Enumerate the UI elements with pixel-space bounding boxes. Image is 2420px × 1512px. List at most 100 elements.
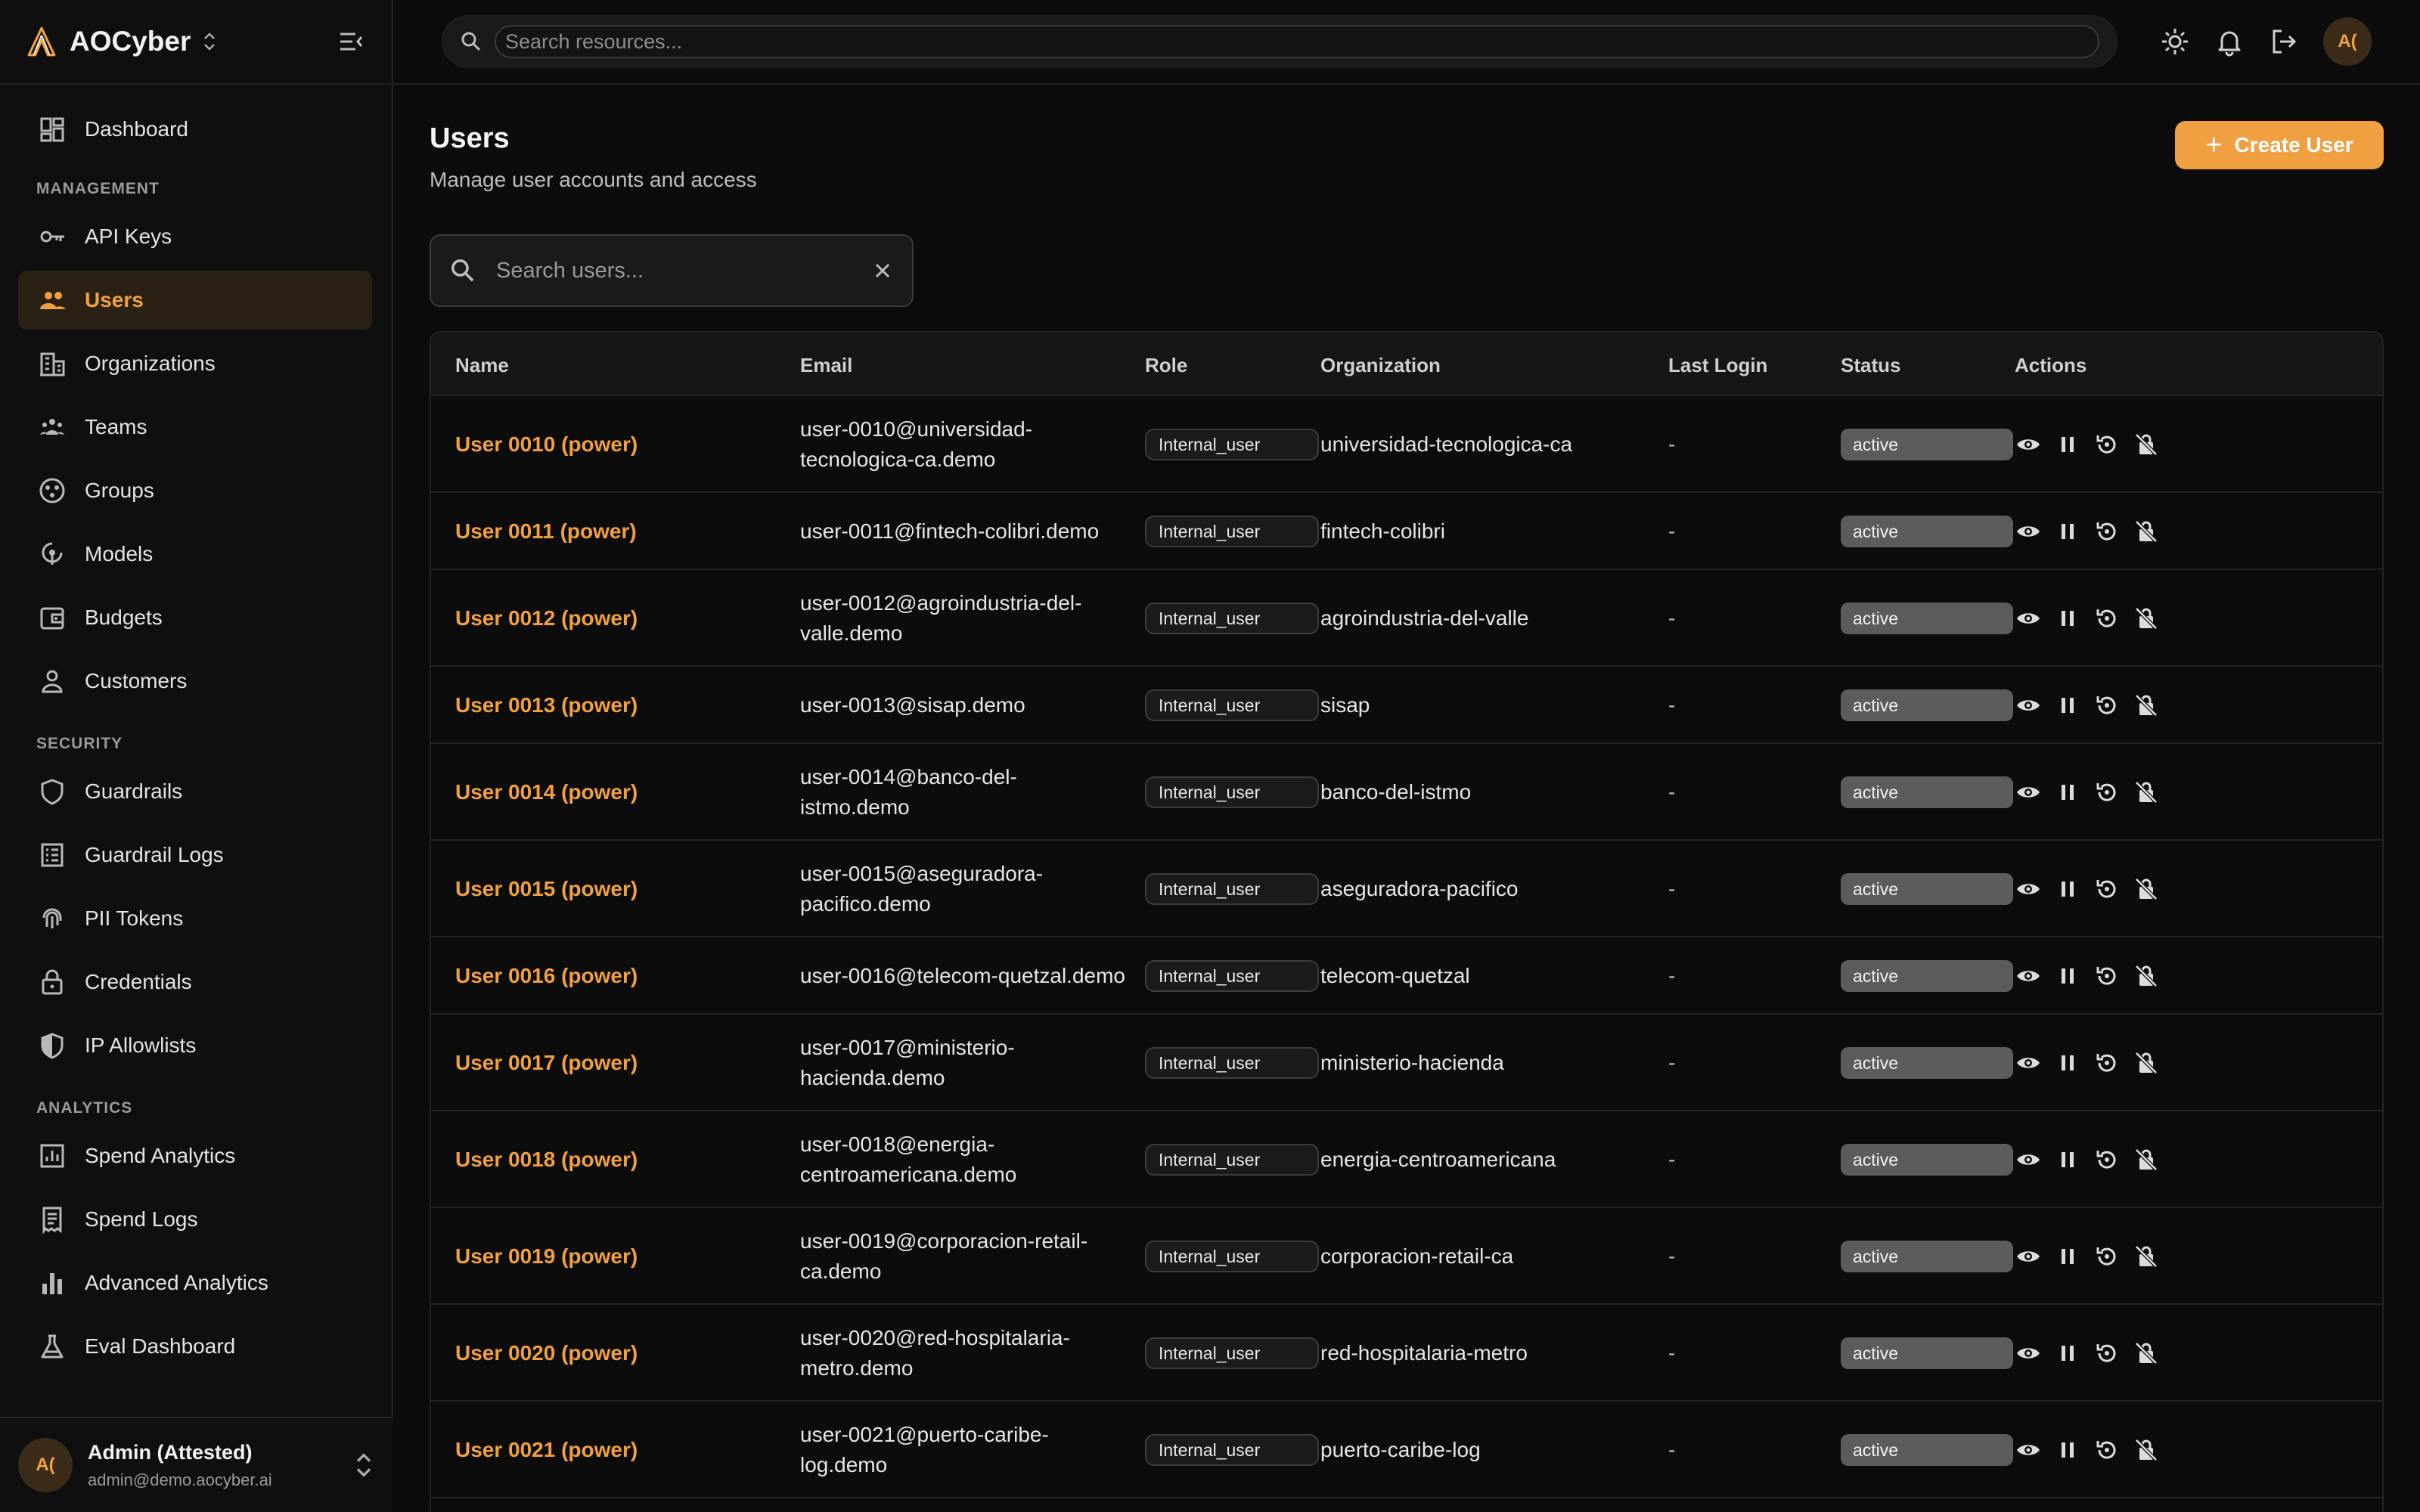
reset-icon[interactable] [2093, 1243, 2121, 1270]
no-access-icon[interactable] [2133, 779, 2160, 806]
reset-icon[interactable] [2093, 1436, 2121, 1464]
eye-icon[interactable] [2015, 779, 2042, 806]
sidebar-item-customers[interactable]: Customers [18, 652, 372, 711]
create-user-button[interactable]: + Create User [2175, 121, 2384, 169]
no-access-icon[interactable] [2133, 605, 2160, 632]
close-icon[interactable] [871, 259, 894, 282]
user-name-link[interactable]: User 0021 (power) [455, 1438, 638, 1462]
sidebar-item-advanced-analytics[interactable]: Advanced Analytics [18, 1253, 372, 1312]
pause-icon[interactable] [2054, 875, 2081, 903]
user-email: user-0015@aseguradora-pacifico.demo [800, 859, 1043, 919]
reset-icon[interactable] [2093, 875, 2121, 903]
sidebar-item-credentials[interactable]: Credentials [18, 953, 372, 1012]
avatar[interactable]: A( [2323, 17, 2372, 66]
pause-icon[interactable] [2054, 1243, 2081, 1270]
reset-icon[interactable] [2093, 779, 2121, 806]
eye-icon[interactable] [2015, 1436, 2042, 1464]
user-name-link[interactable]: User 0019 (power) [455, 1244, 638, 1269]
user-name-link[interactable]: User 0010 (power) [455, 432, 638, 457]
sidebar-item-guardrails[interactable]: Guardrails [18, 762, 372, 821]
sidebar-item-spend-analytics[interactable]: Spend Analytics [18, 1126, 372, 1185]
no-access-icon[interactable] [2133, 518, 2160, 545]
user-name-link[interactable]: User 0018 (power) [455, 1148, 638, 1172]
sun-icon[interactable] [2160, 26, 2190, 57]
pause-icon[interactable] [2054, 431, 2081, 458]
reset-icon[interactable] [2093, 692, 2121, 719]
reset-icon[interactable] [2093, 605, 2121, 632]
sidebar-item-groups[interactable]: Groups [18, 461, 372, 520]
no-access-icon[interactable] [2133, 1436, 2160, 1464]
sidebar-item-users[interactable]: Users [18, 271, 372, 330]
user-search-input[interactable] [496, 258, 871, 284]
sidebar-item-eval-dashboard[interactable]: Eval Dashboard [18, 1317, 372, 1376]
logout-icon[interactable] [2269, 26, 2299, 57]
column-header-email[interactable]: Email [800, 354, 852, 377]
pause-icon[interactable] [2054, 1146, 2081, 1173]
sidebar-item-guardrail-logs[interactable]: Guardrail Logs [18, 826, 372, 885]
no-access-icon[interactable] [2133, 1049, 2160, 1077]
column-header-organization[interactable]: Organization [1320, 354, 1441, 377]
sidebar-item-ip-allowlists[interactable]: IP Allowlists [18, 1016, 372, 1075]
no-access-icon[interactable] [2133, 875, 2160, 903]
reset-icon[interactable] [2093, 518, 2121, 545]
key-icon [40, 231, 64, 243]
eye-icon[interactable] [2015, 1243, 2042, 1270]
chevron-updown-icon[interactable] [352, 1450, 375, 1480]
user-name-link[interactable]: User 0016 (power) [455, 964, 638, 988]
column-header-status[interactable]: Status [1841, 354, 1900, 377]
eye-icon[interactable] [2015, 431, 2042, 458]
eye-icon[interactable] [2015, 518, 2042, 545]
reset-icon[interactable] [2093, 1146, 2121, 1173]
sidebar-item-dashboard[interactable]: Dashboard [18, 100, 372, 159]
pause-icon[interactable] [2054, 692, 2081, 719]
current-user-menu[interactable]: A( Admin (Attested) admin@demo.aocyber.a… [0, 1417, 393, 1512]
eye-icon[interactable] [2015, 1049, 2042, 1077]
pause-icon[interactable] [2054, 1340, 2081, 1367]
pause-icon[interactable] [2054, 605, 2081, 632]
no-access-icon[interactable] [2133, 1146, 2160, 1173]
column-header-name[interactable]: Name [455, 354, 509, 377]
eye-icon[interactable] [2015, 1146, 2042, 1173]
pause-icon[interactable] [2054, 962, 2081, 990]
pause-icon[interactable] [2054, 1049, 2081, 1077]
pause-icon[interactable] [2054, 779, 2081, 806]
sidebar-item-spend-logs[interactable]: Spend Logs [18, 1190, 372, 1249]
no-access-icon[interactable] [2133, 962, 2160, 990]
sidebar-item-api-keys[interactable]: API Keys [18, 207, 372, 266]
column-header-role[interactable]: Role [1145, 354, 1187, 377]
pause-icon[interactable] [2054, 1436, 2081, 1464]
sidebar-item-models[interactable]: Models [18, 525, 372, 584]
eye-icon[interactable] [2015, 875, 2042, 903]
no-access-icon[interactable] [2133, 1340, 2160, 1367]
eye-icon[interactable] [2015, 1340, 2042, 1367]
user-name-link[interactable]: User 0014 (power) [455, 780, 638, 804]
sidebar-item-teams[interactable]: Teams [18, 398, 372, 457]
reset-icon[interactable] [2093, 431, 2121, 458]
user-email: user-0017@ministerio-hacienda.demo [800, 1033, 1015, 1093]
reset-icon[interactable] [2093, 1340, 2121, 1367]
user-name-link[interactable]: User 0012 (power) [455, 606, 638, 631]
pause-icon[interactable] [2054, 518, 2081, 545]
sidebar-collapse-icon[interactable] [336, 26, 366, 57]
global-search-input[interactable] [495, 25, 2099, 58]
bell-icon[interactable] [2214, 26, 2245, 57]
user-name-link[interactable]: User 0017 (power) [455, 1051, 638, 1075]
user-name-link[interactable]: User 0013 (power) [455, 693, 638, 717]
sidebar-item-organizations[interactable]: Organizations [18, 334, 372, 393]
reset-icon[interactable] [2093, 1049, 2121, 1077]
no-access-icon[interactable] [2133, 1243, 2160, 1270]
user-name-link[interactable]: User 0015 (power) [455, 877, 638, 901]
logs-icon [41, 843, 64, 867]
sidebar-item-budgets[interactable]: Budgets [18, 588, 372, 647]
user-name-link[interactable]: User 0011 (power) [455, 519, 637, 544]
column-header-last-login[interactable]: Last Login [1668, 354, 1767, 377]
sidebar-item-pii-tokens[interactable]: PII Tokens [18, 889, 372, 948]
user-name-link[interactable]: User 0020 (power) [455, 1341, 638, 1365]
eye-icon[interactable] [2015, 962, 2042, 990]
no-access-icon[interactable] [2133, 431, 2160, 458]
reset-icon[interactable] [2093, 962, 2121, 990]
no-access-icon[interactable] [2133, 692, 2160, 719]
eye-icon[interactable] [2015, 605, 2042, 632]
eye-icon[interactable] [2015, 692, 2042, 719]
chevron-updown-icon[interactable] [201, 30, 218, 53]
